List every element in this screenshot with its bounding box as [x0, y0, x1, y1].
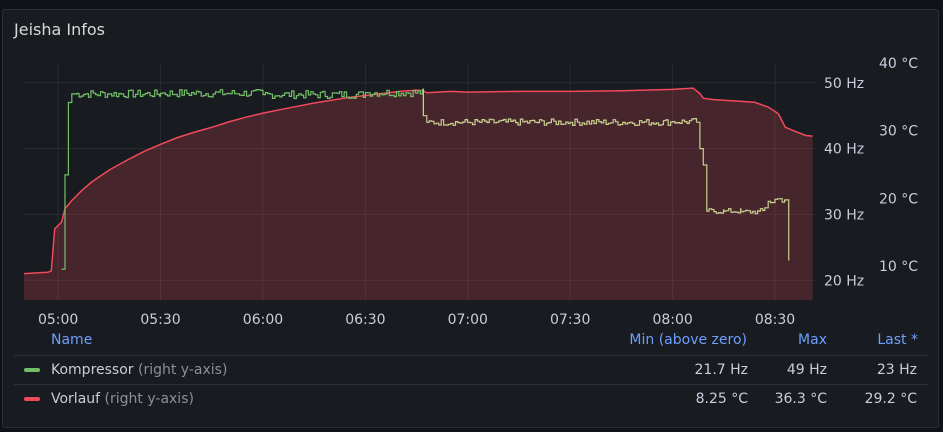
x-tick-label: 07:30 [550, 312, 590, 328]
y-tick-label-hz: 50 Hz [824, 76, 864, 92]
legend-header-last[interactable]: Last * [877, 332, 918, 352]
x-tick-label: 06:30 [345, 312, 385, 328]
legend-swatch-vorlauf [24, 397, 40, 401]
legend-max-value: 49 Hz [786, 362, 827, 378]
legend-series-name[interactable]: Kompressor (right y-axis) [51, 362, 227, 378]
y-tick-label-hz: 20 Hz [824, 273, 864, 289]
legend-swatch-kompressor [24, 368, 40, 372]
x-tick-label: 05:30 [140, 312, 180, 328]
chart-panel: Jeisha Infos 05:00 05:30 06:00 06:30 07:00 07… [2, 9, 939, 428]
legend-min-value: 21.7 Hz [694, 362, 749, 378]
x-tick-label: 08:00 [652, 312, 692, 328]
legend-max-value: 36.3 °C [774, 391, 827, 407]
legend-header-min[interactable]: Min (above zero) [629, 332, 747, 352]
legend-row-vorlauf[interactable]: Vorlauf (right y-axis) 8.25 °C 36.3 °C 2… [14, 384, 928, 413]
x-tick-label: 08:30 [755, 312, 795, 328]
y-tick-label-temp: 10 °C [879, 259, 918, 275]
series-name-label: Kompressor [51, 362, 134, 378]
legend-series-name[interactable]: Vorlauf (right y-axis) [51, 391, 194, 407]
legend-row-kompressor[interactable]: Kompressor (right y-axis) 21.7 Hz 49 Hz … [14, 355, 928, 384]
y-tick-label-temp: 40 °C [879, 56, 918, 72]
series-name-label: Vorlauf [51, 391, 101, 407]
y-tick-label-hz: 30 Hz [824, 207, 864, 223]
chart-svg[interactable]: 05:00 05:30 06:00 06:30 07:00 07:30 08:00 08:30… [3, 10, 938, 331]
legend-last-value: 23 Hz [876, 362, 917, 378]
y-tick-label-hz: 40 Hz [824, 142, 864, 158]
x-tick-label: 07:00 [448, 312, 488, 328]
y-tick-label-temp: 20 °C [879, 191, 918, 207]
legend-header-name[interactable]: Name [51, 332, 92, 352]
series-axis-note: (right y-axis) [104, 391, 194, 407]
legend-min-value: 8.25 °C [695, 391, 748, 407]
x-tick-label: 05:00 [38, 312, 78, 328]
series-area-vorlauf [24, 88, 813, 300]
x-tick-label: 06:00 [243, 312, 283, 328]
legend-header-max[interactable]: Max [798, 332, 827, 352]
y-tick-label-temp: 30 °C [879, 124, 918, 140]
series-axis-note: (right y-axis) [138, 362, 228, 378]
chart-series [23, 87, 813, 300]
legend-last-value: 29.2 °C [864, 391, 917, 407]
